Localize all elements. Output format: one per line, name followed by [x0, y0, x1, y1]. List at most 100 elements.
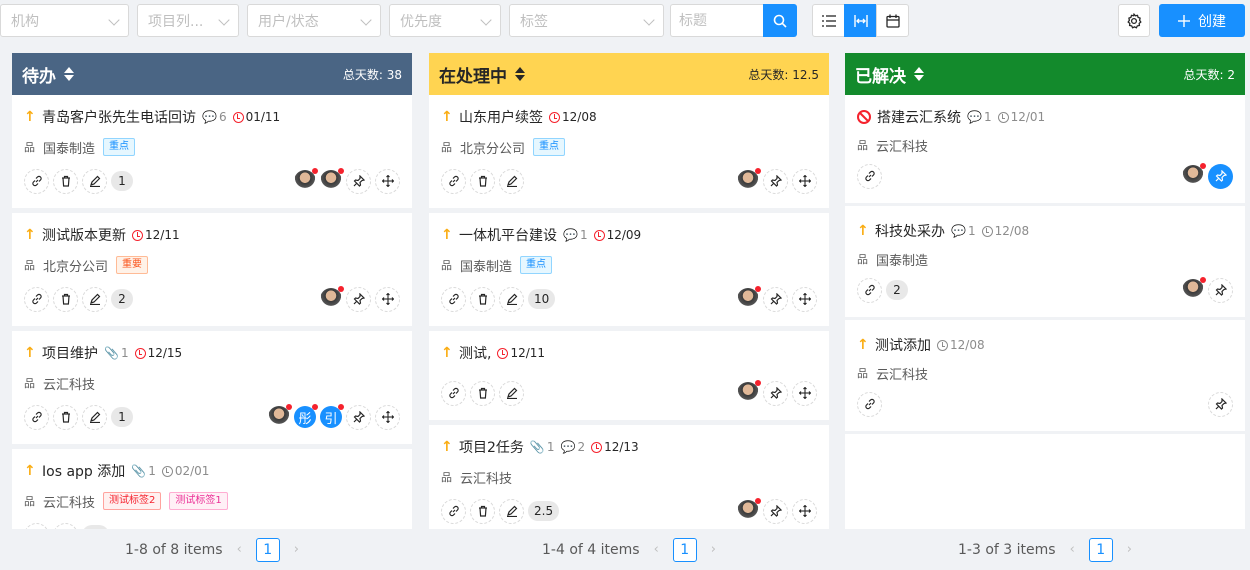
link-button[interactable] [441, 498, 466, 524]
link-button[interactable] [857, 277, 882, 303]
org-filter-select[interactable]: 机构 [0, 4, 129, 37]
pin-button[interactable] [346, 286, 371, 312]
task-title[interactable]: 青岛客户张先生电话回访 [42, 107, 196, 127]
link-button[interactable] [857, 391, 882, 417]
link-button[interactable] [441, 168, 466, 194]
sort-icon[interactable] [64, 67, 74, 81]
user-status-filter-select[interactable]: 用户/状态 [247, 4, 381, 37]
delete-button[interactable] [470, 168, 495, 194]
delete-button[interactable] [53, 168, 78, 194]
next-page-icon[interactable]: › [294, 542, 299, 557]
task-card[interactable]: ↑ 青岛客户张先生电话回访 💬 6 01/11 品 国泰制造 重点 1 [12, 95, 412, 208]
settings-button[interactable] [1118, 4, 1150, 37]
link-button[interactable] [24, 168, 49, 194]
delete-button[interactable] [470, 380, 495, 406]
move-button[interactable] [375, 404, 400, 430]
sort-icon[interactable] [515, 67, 525, 81]
page-number[interactable]: 1 [672, 537, 697, 562]
task-title[interactable]: 项目维护 [42, 343, 98, 363]
assignee-avatar[interactable] [737, 168, 761, 192]
task-title[interactable]: 项目2任务 [459, 437, 524, 457]
edit-button[interactable] [82, 286, 107, 312]
task-card[interactable]: ↑ 测试版本更新 12/11 品 北京分公司 重要 2 [12, 213, 412, 326]
column-title[interactable]: 已解决 [855, 62, 924, 87]
task-card[interactable]: ↑ 测试添加 12/08 品 云汇科技 [845, 323, 1245, 431]
move-button[interactable] [792, 286, 817, 312]
pin-button[interactable] [763, 168, 788, 194]
pin-button[interactable] [1208, 277, 1233, 303]
task-card[interactable]: ↑ 科技处采办 💬 1 12/08 品 国泰制造 2 [845, 209, 1245, 317]
move-button[interactable] [792, 498, 817, 524]
task-title[interactable]: Ios app 添加 [42, 461, 125, 481]
assignee-avatar[interactable] [737, 286, 761, 310]
edit-button[interactable] [499, 286, 524, 312]
pin-button[interactable] [346, 168, 371, 194]
task-title[interactable]: 科技处采办 [875, 221, 945, 241]
assignee-avatar[interactable]: 彤 [294, 404, 318, 428]
tag-filter-select[interactable]: 标签 [509, 4, 664, 37]
move-button[interactable] [375, 286, 400, 312]
task-card[interactable]: ↑ 项目维护 📎 1 12/15 品 云汇科技 1 彤 引 [12, 331, 412, 444]
assignee-avatar[interactable] [294, 168, 318, 192]
create-button[interactable]: 创建 [1159, 4, 1245, 37]
project-filter-select[interactable]: 项目列... [137, 4, 239, 37]
next-page-icon[interactable]: › [711, 542, 716, 557]
link-button[interactable] [24, 404, 49, 430]
pin-button[interactable] [763, 498, 788, 524]
pin-button[interactable] [1208, 391, 1233, 417]
list-view-button[interactable] [812, 4, 845, 37]
edit-button[interactable] [499, 380, 524, 406]
task-card[interactable]: ↑ 一体机平台建设 💬 1 12/09 品 国泰制造 重点 10 [429, 213, 829, 326]
delete-button[interactable] [53, 286, 78, 312]
move-button[interactable] [792, 380, 817, 406]
task-title[interactable]: 测试版本更新 [42, 225, 126, 245]
assignee-avatar[interactable] [737, 498, 761, 522]
task-title[interactable]: 测试添加 [875, 335, 931, 355]
task-card[interactable]: ↑ 山东用户续签 12/08 品 北京分公司 重点 [429, 95, 829, 208]
task-title[interactable]: 搭建云汇系统 [877, 107, 961, 127]
page-number[interactable]: 1 [1088, 537, 1113, 562]
task-title[interactable]: 一体机平台建设 [459, 225, 557, 245]
assignee-avatar[interactable] [1182, 277, 1206, 301]
pin-button[interactable] [1208, 163, 1233, 189]
delete-button[interactable] [53, 404, 78, 430]
search-button[interactable] [763, 4, 797, 37]
task-card[interactable]: ↑ 项目2任务 📎 1 💬 2 12/13 品 云汇科技 2.5 [429, 425, 829, 529]
board-view-button[interactable] [844, 4, 877, 37]
prev-page-icon[interactable]: ‹ [237, 542, 242, 557]
assignee-avatar[interactable] [1182, 163, 1206, 187]
column-title[interactable]: 待办 [22, 62, 74, 87]
assignee-avatar[interactable] [268, 404, 292, 428]
pin-button[interactable] [346, 404, 371, 430]
delete-button[interactable] [470, 286, 495, 312]
priority-filter-select[interactable]: 优先度 [389, 4, 501, 37]
assignee-avatar[interactable] [320, 168, 344, 192]
task-card[interactable]: 搭建云汇系统 💬 1 12/01 品 云汇科技 [845, 95, 1245, 203]
delete-button[interactable] [470, 498, 495, 524]
pin-button[interactable] [763, 286, 788, 312]
pin-button[interactable] [763, 380, 788, 406]
edit-button[interactable] [499, 168, 524, 194]
task-title[interactable]: 测试, [459, 343, 491, 363]
link-button[interactable] [857, 163, 882, 189]
assignee-avatar[interactable]: 引 [320, 404, 344, 428]
prev-page-icon[interactable]: ‹ [654, 542, 659, 557]
title-search-input[interactable] [670, 4, 763, 37]
column-title[interactable]: 在处理中 [439, 62, 525, 87]
prev-page-icon[interactable]: ‹ [1070, 542, 1075, 557]
edit-button[interactable] [499, 498, 524, 524]
assignee-avatar[interactable] [737, 380, 761, 404]
task-card[interactable]: ↑ 测试, 12/11 [429, 331, 829, 420]
next-page-icon[interactable]: › [1127, 542, 1132, 557]
edit-button[interactable] [82, 404, 107, 430]
task-card[interactable]: ↑ Ios app 添加 📎 1 02/01 品 云汇科技 测试标签2 测试标签1… [12, 449, 412, 529]
page-number[interactable]: 1 [255, 537, 280, 562]
sort-icon[interactable] [914, 67, 924, 81]
move-button[interactable] [375, 168, 400, 194]
assignee-avatar[interactable] [320, 286, 344, 310]
task-title[interactable]: 山东用户续签 [459, 107, 543, 127]
link-button[interactable] [441, 286, 466, 312]
move-button[interactable] [792, 168, 817, 194]
edit-button[interactable] [82, 168, 107, 194]
calendar-view-button[interactable] [876, 4, 909, 37]
